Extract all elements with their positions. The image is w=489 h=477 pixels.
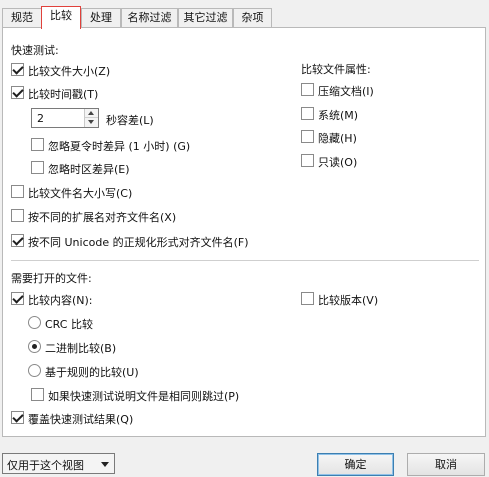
skip-if-same-checkbox[interactable] <box>31 388 44 401</box>
open-files-heading: 需要打开的文件: <box>11 272 92 285</box>
ignore-dst-checkbox[interactable] <box>31 138 44 151</box>
section-divider <box>11 260 479 261</box>
compressed-checkbox[interactable] <box>301 83 314 96</box>
compare-version-label[interactable]: 比较版本(V) <box>318 292 378 308</box>
compare-content-label[interactable]: 比较内容(N): <box>28 292 93 308</box>
compressed-label[interactable]: 压缩文档(I) <box>318 83 374 99</box>
align-unicode-checkbox[interactable] <box>11 234 24 247</box>
compare-version-checkbox[interactable] <box>301 292 314 305</box>
quick-test-heading: 快速测试: <box>11 44 59 57</box>
tolerance-stepper[interactable]: 2 <box>31 108 99 128</box>
stepper-up-icon[interactable] <box>85 109 98 118</box>
tab-handling[interactable]: 处理 <box>81 8 121 28</box>
scope-select[interactable]: 仅用于这个视图 <box>2 453 115 474</box>
crc-compare-radio[interactable] <box>28 316 41 329</box>
system-label[interactable]: 系统(M) <box>318 107 358 123</box>
skip-if-same-label[interactable]: 如果快速测试说明文件是相同则跳过(P) <box>48 388 239 404</box>
ignore-dst-label[interactable]: 忽略夏令时差异 (1 小时) (G) <box>48 138 190 154</box>
stepper-buttons <box>84 109 98 127</box>
tolerance-value[interactable]: 2 <box>37 112 44 125</box>
system-checkbox[interactable] <box>301 107 314 120</box>
ignore-timezone-label[interactable]: 忽略时区差异(E) <box>48 161 130 177</box>
tab-name-filters[interactable]: 名称过滤 <box>121 8 178 28</box>
hidden-checkbox[interactable] <box>301 130 314 143</box>
compare-case-label[interactable]: 比较文件名大小写(C) <box>28 185 132 201</box>
align-extension-label[interactable]: 按不同的扩展名对齐文件名(X) <box>28 209 176 225</box>
compare-content-checkbox[interactable] <box>11 292 24 305</box>
tab-spec[interactable]: 规范 <box>2 8 42 28</box>
hidden-label[interactable]: 隐藏(H) <box>318 130 357 146</box>
override-quick-test-label[interactable]: 覆盖快速测试结果(Q) <box>28 411 133 427</box>
tolerance-label: 秒容差(L) <box>106 114 154 127</box>
chevron-down-icon <box>101 462 109 467</box>
binary-compare-radio[interactable] <box>28 340 41 353</box>
align-unicode-label[interactable]: 按不同 Unicode 的正规化形式对齐文件名(F) <box>28 234 249 250</box>
tab-misc[interactable]: 杂项 <box>233 8 272 28</box>
scope-select-value: 仅用于这个视图 <box>7 459 84 472</box>
ignore-timezone-checkbox[interactable] <box>31 161 44 174</box>
compare-panel: 快速测试: 比较文件大小(Z) 比较时间戳(T) 2 秒容差(L) 忽略夏令时差… <box>2 27 486 437</box>
align-extension-checkbox[interactable] <box>11 209 24 222</box>
ok-button[interactable]: 确定 <box>317 453 394 476</box>
compare-size-checkbox[interactable] <box>11 63 24 76</box>
crc-compare-label[interactable]: CRC 比较 <box>45 316 93 332</box>
attributes-heading: 比较文件属性: <box>301 63 371 76</box>
readonly-label[interactable]: 只读(O) <box>318 154 357 170</box>
rules-compare-label[interactable]: 基于规则的比较(U) <box>45 364 139 380</box>
compare-size-label[interactable]: 比较文件大小(Z) <box>28 63 110 79</box>
compare-timestamp-checkbox[interactable] <box>11 86 24 99</box>
readonly-checkbox[interactable] <box>301 154 314 167</box>
compare-case-checkbox[interactable] <box>11 185 24 198</box>
tab-compare[interactable]: 比较 <box>41 6 81 29</box>
stepper-down-icon[interactable] <box>85 118 98 127</box>
binary-compare-label[interactable]: 二进制比较(B) <box>45 340 116 356</box>
override-quick-test-checkbox[interactable] <box>11 411 24 424</box>
compare-timestamp-label[interactable]: 比较时间戳(T) <box>28 86 98 102</box>
tab-other-filters[interactable]: 其它过滤 <box>178 8 233 28</box>
rules-compare-radio[interactable] <box>28 364 41 377</box>
cancel-button[interactable]: 取消 <box>407 453 485 476</box>
